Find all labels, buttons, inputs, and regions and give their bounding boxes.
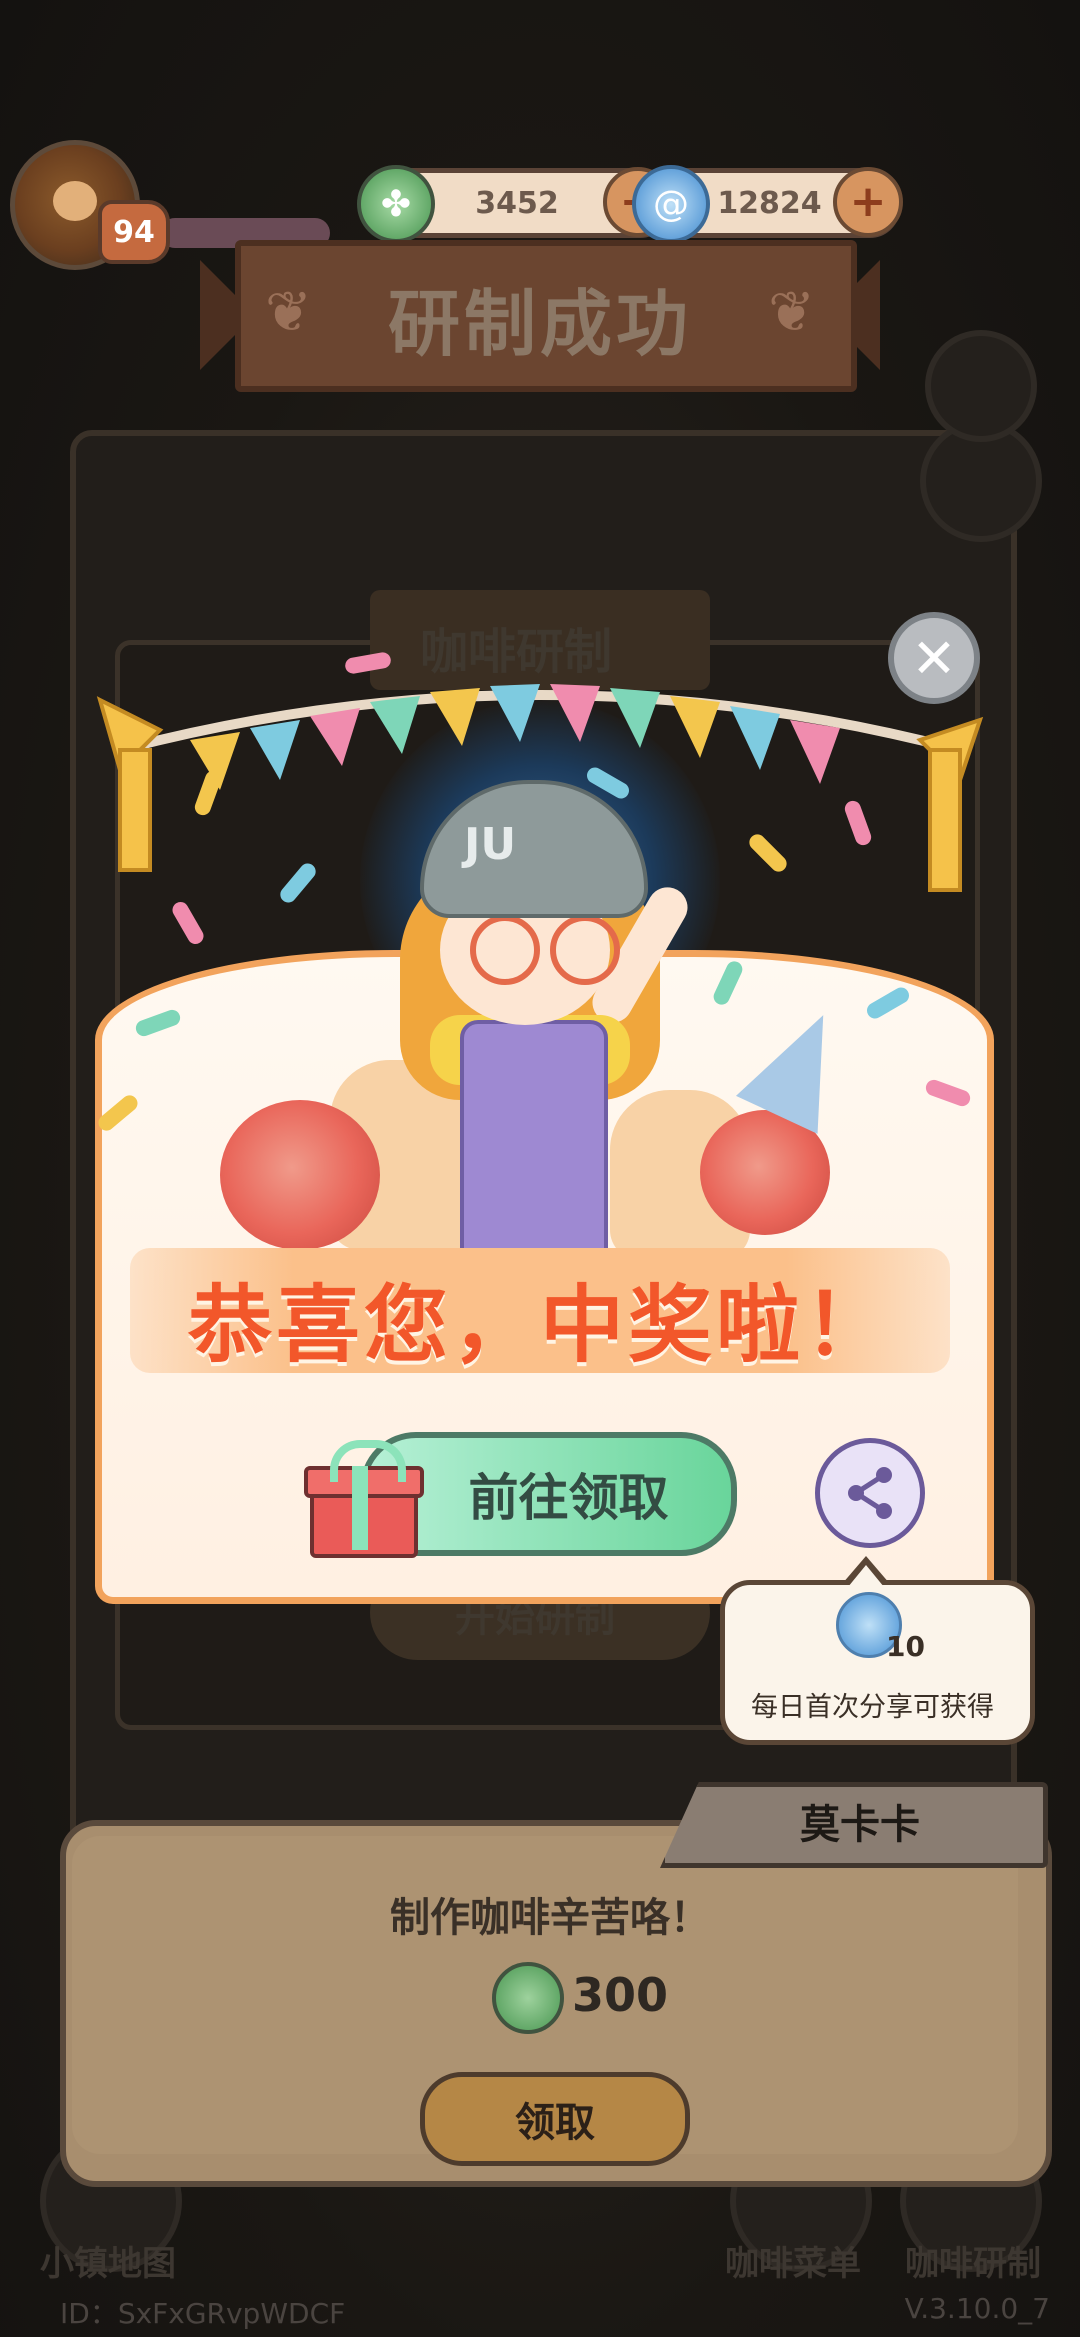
- share-icon: [848, 1467, 892, 1519]
- nav-research-label: 咖啡研制: [905, 2244, 1041, 2284]
- banner-title: 研制成功: [387, 285, 692, 365]
- clover-icon: ✤: [357, 165, 435, 243]
- version-label: V.3.10.0_7: [904, 2292, 1050, 2325]
- camera-icon: [925, 330, 1037, 442]
- receive-label: 领取: [515, 2100, 595, 2146]
- dialog-message: 制作咖啡辛苦咯！: [390, 1895, 710, 1941]
- swirl-currency: @ 12824 +: [632, 165, 903, 243]
- close-popup-button[interactable]: ✕: [888, 612, 980, 704]
- character-girl: JU: [400, 780, 700, 1300]
- clover-reward-icon: [492, 1962, 564, 2034]
- bunting-flags: [190, 684, 840, 790]
- character-cap: JU: [420, 780, 648, 918]
- gift-icon: [304, 1440, 424, 1558]
- share-reward-text: 每日首次分享可获得: [751, 1692, 994, 1723]
- add-swirl-button[interactable]: +: [833, 167, 903, 237]
- success-banner: ❦ ❦ 研制成功: [200, 240, 880, 392]
- speaker-name: 莫卡卡: [800, 1802, 920, 1848]
- receive-button[interactable]: 领取: [420, 2072, 690, 2166]
- nav-map-label: 小镇地图: [40, 2244, 176, 2284]
- clover-currency: ✤ 3452 +: [357, 165, 673, 243]
- user-id: ID：SxFxGRvpWDCF: [60, 2297, 346, 2330]
- go-claim-label: 前往领取: [468, 1469, 669, 1527]
- avatar-face: [53, 181, 97, 221]
- share-reward-count: 10: [886, 1630, 925, 1663]
- nav-menu-label: 咖啡菜单: [725, 2244, 861, 2284]
- level-badge: 94: [98, 200, 170, 264]
- cap-text: JU: [464, 819, 517, 870]
- congrats-text: 恭喜您，中奖啦！: [187, 1278, 892, 1372]
- swirl-icon: @: [632, 165, 710, 243]
- reward-amount: 300: [572, 1968, 669, 2022]
- share-button[interactable]: [815, 1438, 925, 1548]
